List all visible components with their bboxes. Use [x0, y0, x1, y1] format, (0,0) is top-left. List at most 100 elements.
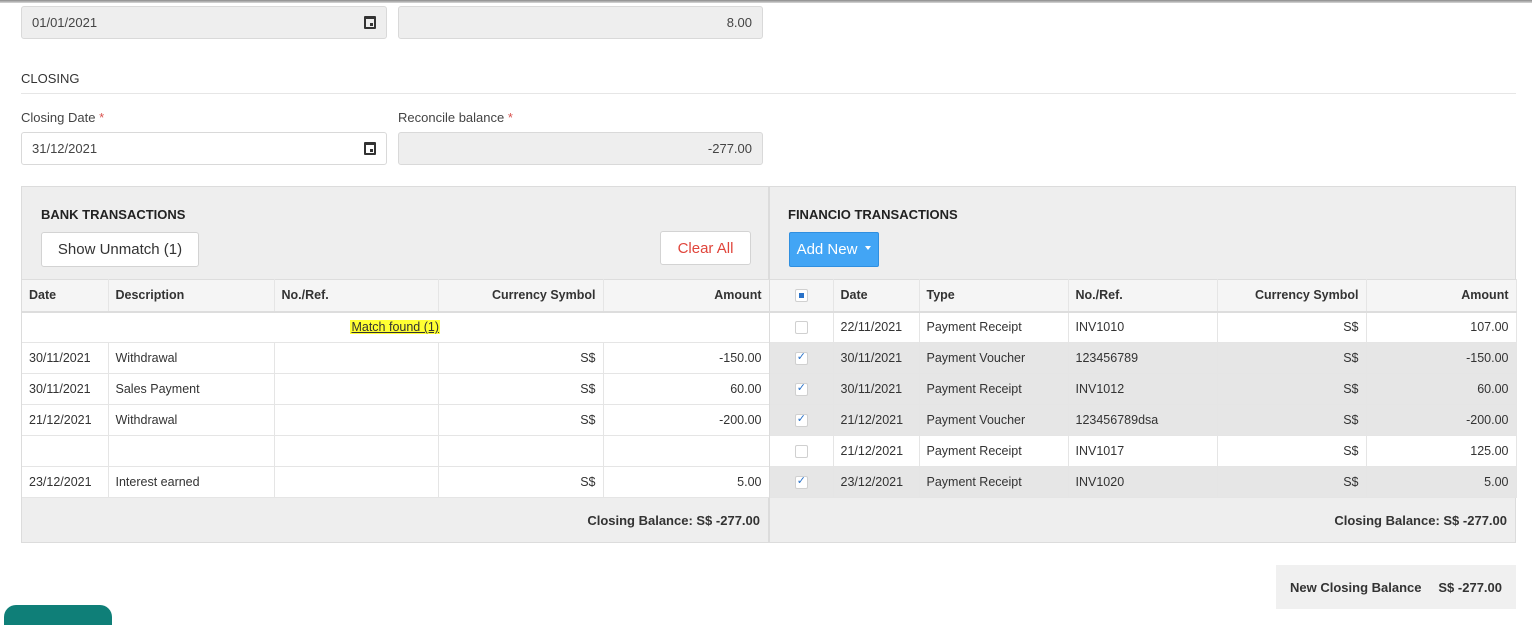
calendar-icon[interactable]	[364, 142, 376, 155]
cell-ref	[274, 435, 439, 467]
cell-date: 30/11/2021	[833, 373, 920, 405]
row-checkbox[interactable]	[794, 381, 808, 397]
cell-currency: S$	[438, 466, 604, 498]
column-header-date[interactable]: Date	[22, 279, 109, 313]
opening-date-value: 01/01/2021	[32, 15, 98, 30]
column-header-currency[interactable]: Currency Symbol	[438, 279, 604, 313]
table-row[interactable]: 30/11/2021 Withdrawal S$ -150.00	[22, 342, 770, 374]
cell-currency: S$	[1217, 404, 1367, 436]
cell-select	[770, 311, 834, 343]
show-unmatch-button[interactable]: Show Unmatch (1)	[41, 232, 199, 267]
cell-type: Payment Receipt	[919, 373, 1069, 405]
cell-currency: S$	[1217, 435, 1367, 467]
column-header-ref[interactable]: No./Ref.	[274, 279, 439, 313]
cell-amount: -150.00	[1366, 342, 1517, 374]
table-row[interactable]: 21/12/2021Payment Voucher123456789dsaS$-…	[770, 404, 1517, 436]
closing-section-title: CLOSING	[21, 71, 80, 86]
cell-amount	[603, 435, 770, 467]
cell-type: Payment Receipt	[919, 435, 1069, 467]
table-row[interactable]: 23/12/2021 Interest earned S$ 5.00	[22, 466, 770, 498]
cell-currency: S$	[438, 373, 604, 405]
closing-date-label-text: Closing Date	[21, 110, 96, 125]
row-checkbox[interactable]	[794, 445, 808, 459]
table-row[interactable]: 30/11/2021Payment ReceiptINV1012S$60.00	[770, 373, 1517, 405]
cell-select	[770, 466, 834, 498]
opening-balance-field: 8.00	[398, 6, 763, 39]
cell-select	[770, 435, 834, 467]
clear-all-button[interactable]: Clear All	[660, 231, 751, 265]
action-button[interactable]	[4, 605, 112, 625]
cell-date: 22/11/2021	[833, 311, 920, 343]
column-header-amount[interactable]: Amount	[1366, 279, 1517, 313]
column-header-type[interactable]: Type	[919, 279, 1069, 313]
cell-amount: -150.00	[603, 342, 770, 374]
financio-transactions-table: Date Type No./Ref. Currency Symbol Amoun…	[770, 279, 1517, 498]
cell-date	[22, 435, 109, 467]
table-row[interactable]: 21/12/2021 Withdrawal S$ -200.00	[22, 404, 770, 436]
cell-amount: 5.00	[1366, 466, 1517, 498]
section-divider	[21, 93, 1516, 94]
cell-date: 30/11/2021	[22, 342, 109, 374]
cell-ref: INV1017	[1068, 435, 1218, 467]
column-header-amount[interactable]: Amount	[603, 279, 770, 313]
cell-amount: -200.00	[1366, 404, 1517, 436]
column-header-date[interactable]: Date	[833, 279, 920, 313]
cell-description: Sales Payment	[108, 373, 275, 405]
cell-amount: 107.00	[1366, 311, 1517, 343]
financio-closing-balance: Closing Balance: S$ -277.00	[1334, 513, 1507, 528]
cell-ref	[274, 342, 439, 374]
bank-transactions-title: BANK TRANSACTIONS	[41, 207, 186, 222]
cell-currency: S$	[1217, 342, 1367, 374]
opening-balance-value: 8.00	[726, 15, 752, 30]
match-found-cell: Match found (1)	[22, 311, 770, 343]
column-header-description[interactable]: Description	[108, 279, 275, 313]
cell-date: 30/11/2021	[833, 342, 920, 374]
cell-amount: -200.00	[603, 404, 770, 436]
add-new-dropdown-button[interactable]: Add New	[789, 232, 879, 267]
required-mark: *	[507, 110, 513, 125]
cell-type: Payment Receipt	[919, 466, 1069, 498]
cell-ref: INV1012	[1068, 373, 1218, 405]
row-checkbox[interactable]	[794, 350, 808, 366]
cell-ref: INV1010	[1068, 311, 1218, 343]
match-found-row: Match found (1)	[22, 311, 770, 343]
row-checkbox[interactable]	[794, 412, 808, 428]
financio-transactions-title: FINANCIO TRANSACTIONS	[788, 207, 958, 222]
financio-transactions-panel: FINANCIO TRANSACTIONS Add New Date Type …	[769, 186, 1517, 543]
bank-closing-balance: Closing Balance: S$ -277.00	[587, 513, 760, 528]
table-row[interactable]: 30/11/2021 Sales Payment S$ 60.00	[22, 373, 770, 405]
cell-date: 23/12/2021	[833, 466, 920, 498]
column-header-ref[interactable]: No./Ref.	[1068, 279, 1218, 313]
required-mark: *	[99, 110, 105, 125]
closing-date-input[interactable]: 31/12/2021	[21, 132, 387, 165]
table-row[interactable]: 30/11/2021Payment Voucher123456789S$-150…	[770, 342, 1517, 374]
cell-ref	[274, 466, 439, 498]
reconcile-balance-label: Reconcile balance *	[398, 110, 513, 125]
cell-date: 21/12/2021	[833, 404, 920, 436]
cell-currency: S$	[438, 342, 604, 374]
reconcile-balance-field: -277.00	[398, 132, 763, 165]
cell-currency: S$	[1217, 311, 1367, 343]
row-checkbox[interactable]	[794, 474, 808, 490]
cell-ref	[274, 404, 439, 436]
select-all-checkbox[interactable]	[794, 289, 808, 303]
calendar-icon[interactable]	[364, 16, 376, 29]
new-closing-balance-value: S$ -277.00	[1438, 579, 1502, 595]
match-found-link[interactable]: Match found (1)	[350, 320, 441, 335]
cell-currency	[438, 435, 604, 467]
row-checkbox[interactable]	[794, 321, 808, 335]
cell-select	[770, 373, 834, 405]
reconcile-balance-value: -277.00	[707, 141, 752, 156]
cell-date: 21/12/2021	[22, 404, 109, 436]
closing-date-value: 31/12/2021	[32, 141, 98, 156]
table-row[interactable]: 21/12/2021 Payment Receipt INV1017 S$ 125.00	[770, 435, 1517, 467]
cell-ref: 123456789dsa	[1068, 404, 1218, 436]
table-header-row: Date Description No./Ref. Currency Symbo…	[22, 279, 770, 313]
cell-select	[770, 404, 834, 436]
caret-down-icon	[865, 245, 872, 250]
table-row[interactable]: 23/12/2021Payment ReceiptINV1020S$5.00	[770, 466, 1517, 498]
opening-date-field[interactable]: 01/01/2021	[21, 6, 387, 39]
column-header-currency[interactable]: Currency Symbol	[1217, 279, 1367, 313]
cell-description: Withdrawal	[108, 404, 275, 436]
table-row[interactable]: 22/11/2021 Payment Receipt INV1010 S$ 107.00	[770, 311, 1517, 343]
